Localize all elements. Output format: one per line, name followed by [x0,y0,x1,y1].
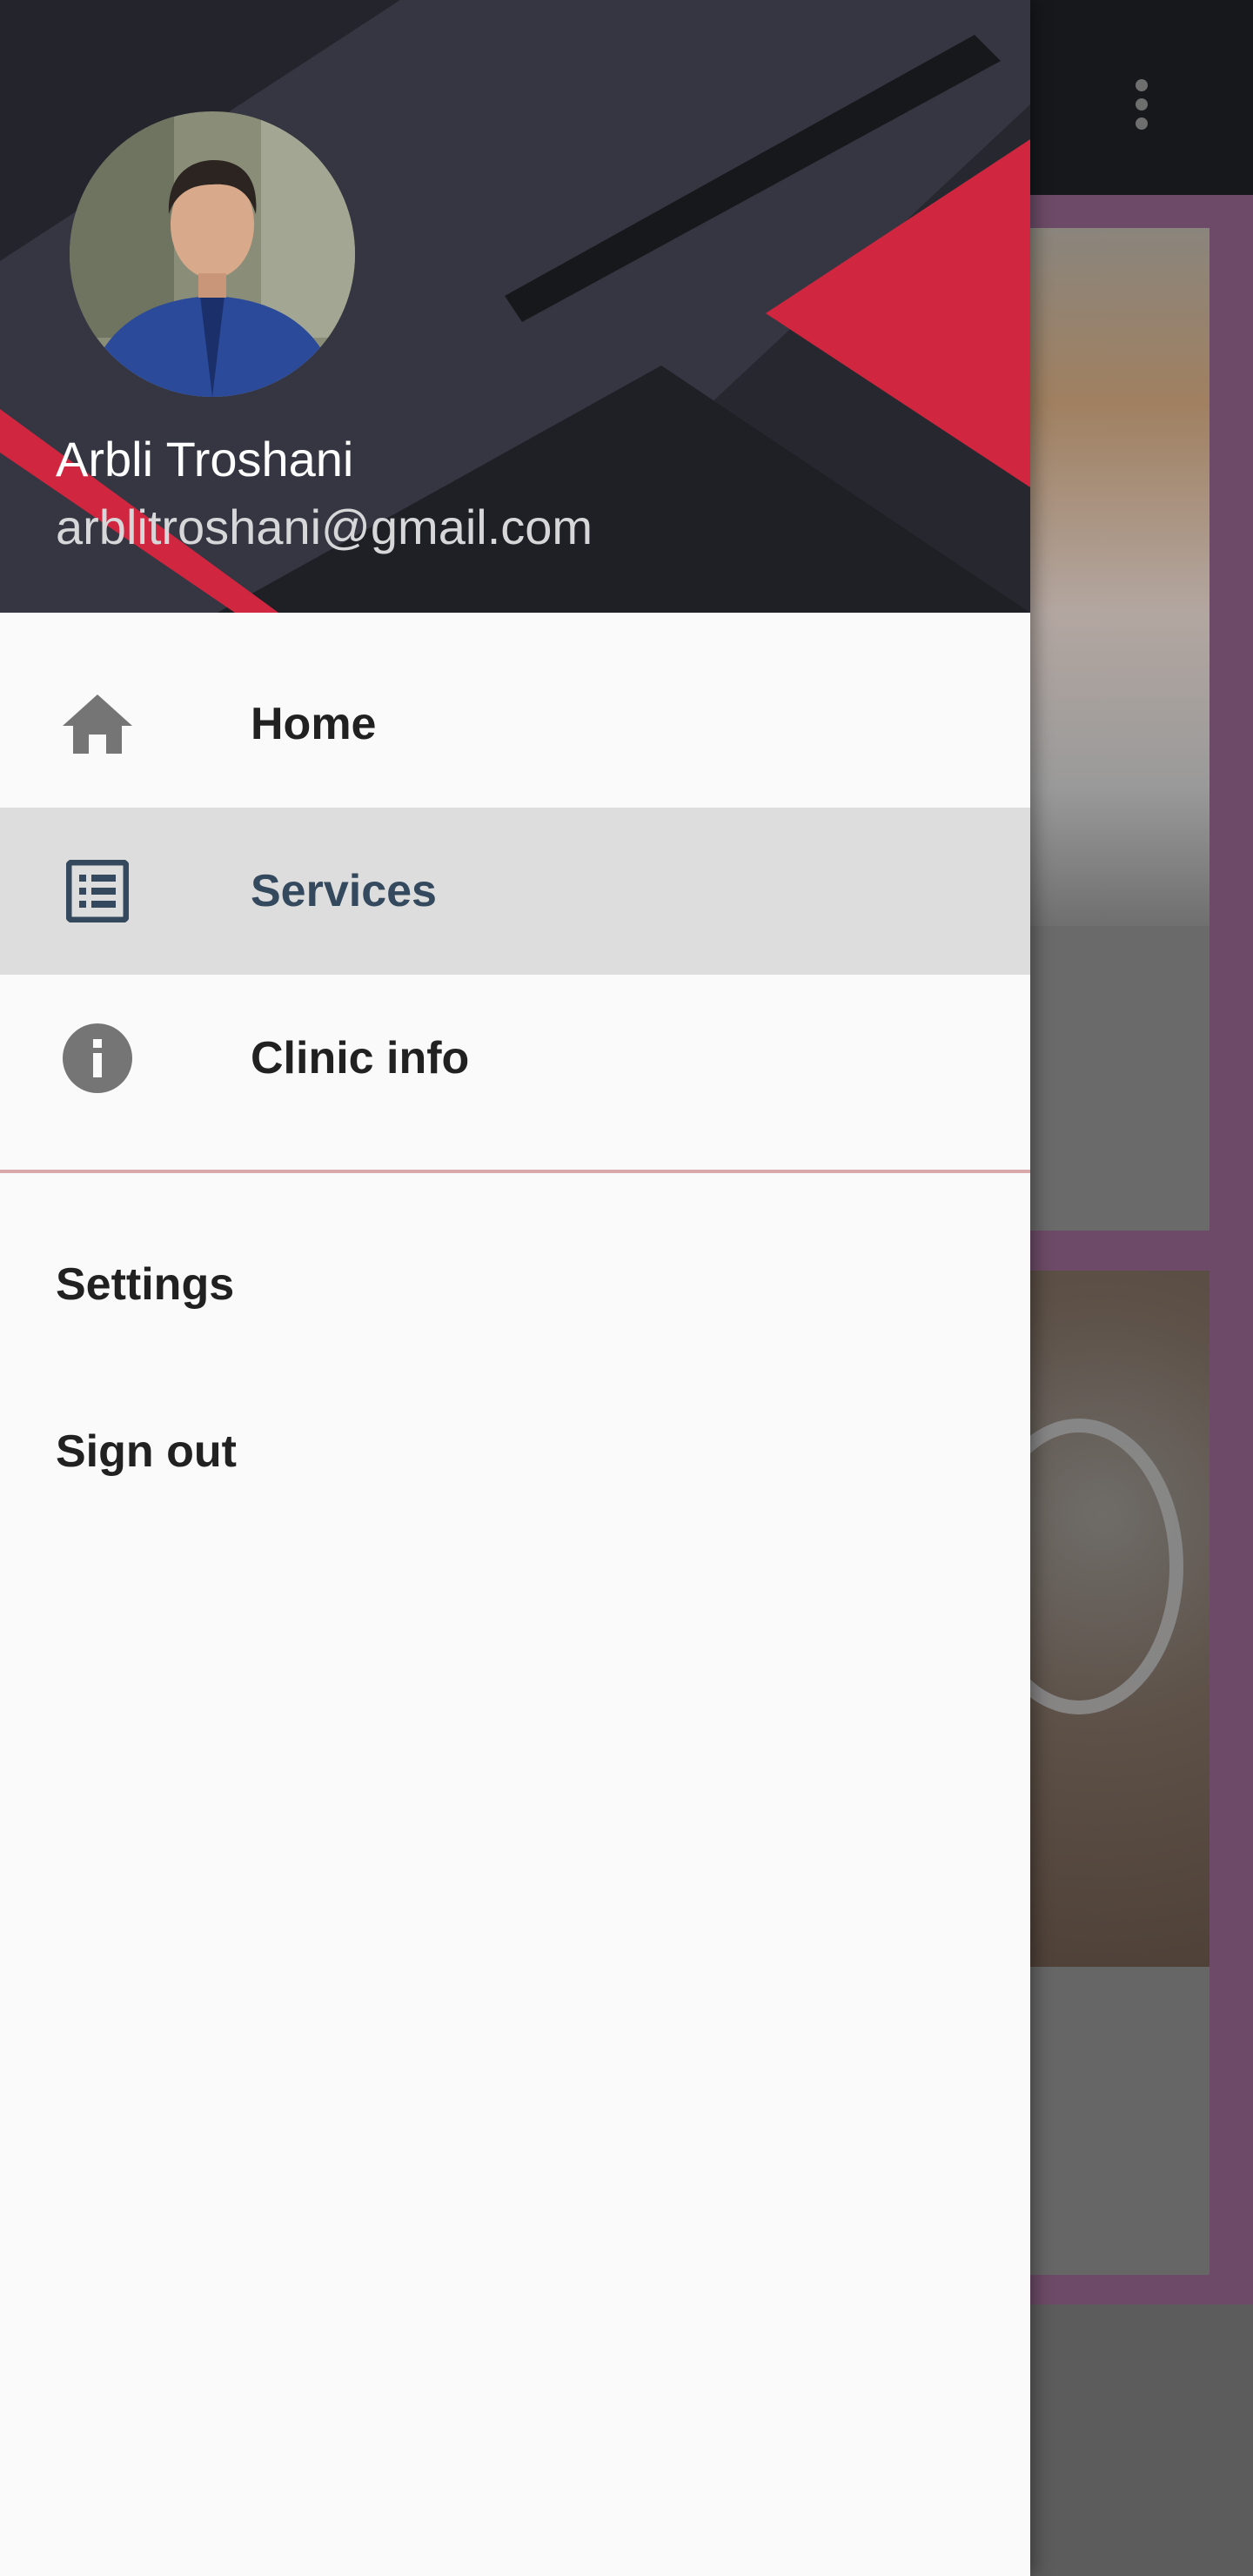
avatar[interactable] [70,111,355,397]
menu-item-sign-out[interactable]: Sign out [0,1368,1030,1535]
app-screen: Arbli Troshani arblitroshani@gmail.com H… [0,0,1253,2576]
menu-item-label: Services [251,866,437,916]
background-bottom [1030,2304,1253,2576]
service-card-footer[interactable] [1030,926,1209,1231]
menu-item-settings[interactable]: Settings [0,1201,1030,1368]
list-icon [59,856,136,926]
user-name: Arbli Troshani [56,432,354,486]
more-vert-icon[interactable] [1114,61,1169,148]
navigation-drawer: Arbli Troshani arblitroshani@gmail.com H… [0,0,1030,2576]
info-icon [59,1023,136,1093]
menu-item-home[interactable]: Home [0,641,1030,808]
menu-item-services[interactable]: Services [0,808,1030,975]
drawer-secondary-menu: Settings Sign out [0,1201,1030,1535]
user-email: arblitroshani@gmail.com [56,500,593,554]
menu-item-label: Clinic info [251,1033,470,1083]
menu-item-label: Settings [56,1259,235,1310]
service-card-image[interactable] [1030,228,1209,926]
drawer-header: Arbli Troshani arblitroshani@gmail.com [0,0,1030,613]
menu-item-label: Home [251,699,377,749]
drawer-menu: Home Services Clinic info [0,641,1030,1142]
profile-photo [70,111,355,397]
home-icon [59,689,136,759]
service-card-footer[interactable] [1030,1967,1209,2275]
menu-item-clinic-info[interactable]: Clinic info [0,975,1030,1142]
menu-divider [0,1170,1030,1173]
menu-item-label: Sign out [56,1426,237,1477]
